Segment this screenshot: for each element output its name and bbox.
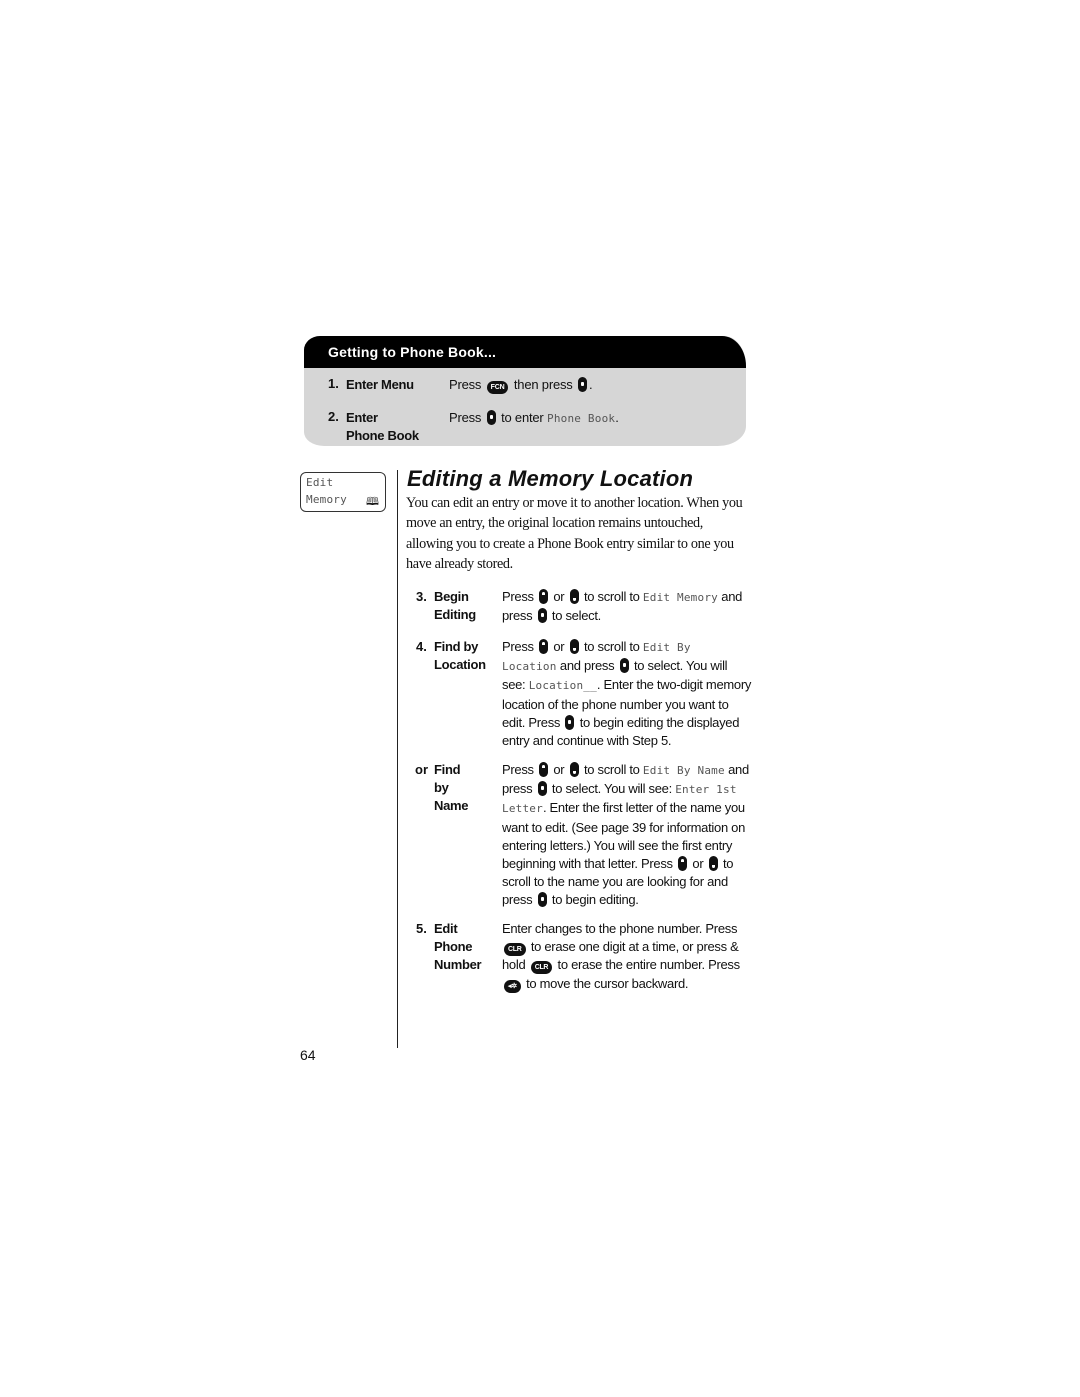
text: to scroll to <box>583 589 640 604</box>
text: or <box>692 856 704 872</box>
text: to erase the entire number. Press <box>557 957 741 973</box>
text: to enter <box>501 410 544 425</box>
text: . <box>589 377 593 392</box>
quick-box-title: Getting to Phone Book... <box>328 344 497 360</box>
select-key-icon <box>486 410 496 425</box>
text: or <box>553 762 565 777</box>
text: to move the cursor backward. <box>526 975 689 991</box>
step-label: Find by Name <box>434 761 469 816</box>
lcd-text: Location__ <box>528 679 597 693</box>
text: Press <box>502 639 534 654</box>
label-line: Editing <box>434 607 476 623</box>
up-key-icon <box>539 589 549 604</box>
label-line: Phone <box>434 939 473 955</box>
intro-paragraph: You can edit an entry or move it to anot… <box>406 495 743 572</box>
step-body: Press or to scroll to Edit Memory and pr… <box>502 588 752 625</box>
display-line-1: Edit <box>306 476 334 489</box>
label-line: Name <box>434 798 469 814</box>
text: press <box>502 608 533 624</box>
lcd-text: Edit By Name <box>642 764 725 777</box>
down-key-icon <box>708 856 718 872</box>
text: to select. <box>551 608 601 624</box>
display-line-2: Memory <box>306 493 347 506</box>
text: or <box>553 589 565 604</box>
page-number: 64 <box>300 1047 316 1063</box>
down-key-icon <box>569 639 579 654</box>
book-icon: 🕮 <box>366 496 379 508</box>
up-key-icon <box>678 856 688 872</box>
label-line: Begin <box>434 589 469 604</box>
label-line: Find by <box>434 762 461 796</box>
step-label: Edit Phone Number <box>434 920 482 975</box>
step-text: Press FCN then press . <box>449 376 593 394</box>
text: and press <box>559 658 615 674</box>
down-key-icon <box>569 762 579 777</box>
text: Press <box>449 410 482 425</box>
text: . <box>615 410 619 425</box>
text: Enter changes to the phone number. Press <box>502 921 738 936</box>
step-body: Press or to scroll to Edit By Location a… <box>502 638 752 750</box>
step-text: Press to enter Phone Book. <box>449 409 619 428</box>
column-divider <box>397 470 398 1048</box>
up-key-icon <box>539 639 549 654</box>
step-number: or <box>415 762 428 777</box>
clr-key-icon: CLR <box>530 961 553 975</box>
label-line: Enter <box>346 410 378 425</box>
select-key-icon <box>537 781 547 797</box>
star-back-key-icon: ◂✲ <box>504 979 521 993</box>
text: to begin editing. <box>551 892 639 908</box>
text: Press <box>449 377 482 392</box>
label-line: Phone Book <box>346 428 419 443</box>
select-key-icon <box>537 608 547 624</box>
label-line: Number <box>434 957 482 973</box>
select-key-icon <box>565 714 575 730</box>
label-line: Edit <box>434 921 458 936</box>
select-key-icon <box>619 658 629 674</box>
step-label: Begin Editing <box>434 588 476 624</box>
label-line: Find by <box>434 639 479 654</box>
quick-reference-box: Getting to Phone Book... 1. Enter Menu P… <box>304 336 746 446</box>
text: Press <box>502 762 534 777</box>
text: or <box>553 639 565 654</box>
select-key-icon <box>537 892 547 908</box>
step-number: 4. <box>416 639 427 654</box>
clr-key-icon: CLR <box>504 943 526 957</box>
text: to scroll to <box>583 639 640 654</box>
lcd-text: Phone Book <box>547 412 616 425</box>
text: and <box>728 762 749 777</box>
step-body: Press or to scroll to Edit By Name and p… <box>502 761 752 910</box>
text: Press <box>502 589 534 604</box>
label-line: Location <box>434 657 486 673</box>
step-number: 2. <box>328 409 339 424</box>
phone-display-graphic: Edit Memory 🕮 <box>300 472 386 512</box>
step-number: 3. <box>416 589 427 604</box>
down-key-icon <box>569 589 579 604</box>
fcn-key-icon: FCN <box>486 381 509 394</box>
text: then press <box>513 377 573 392</box>
up-key-icon <box>539 762 549 777</box>
text: to select. You will see: <box>551 781 672 797</box>
step-label: Enter Phone Book <box>346 409 419 445</box>
section-title: Editing a Memory Location <box>407 466 694 491</box>
step-label: Enter Menu <box>346 377 414 392</box>
step-label: Find by Location <box>434 638 486 674</box>
text: press <box>502 781 533 797</box>
step-number: 5. <box>416 921 427 936</box>
step-number: 1. <box>328 376 339 391</box>
lcd-text: Edit Memory <box>642 591 718 604</box>
select-key-icon <box>578 377 587 392</box>
text: and <box>721 589 743 604</box>
step-body: Enter changes to the phone number. Press… <box>502 920 752 993</box>
text: to scroll to <box>583 762 640 777</box>
